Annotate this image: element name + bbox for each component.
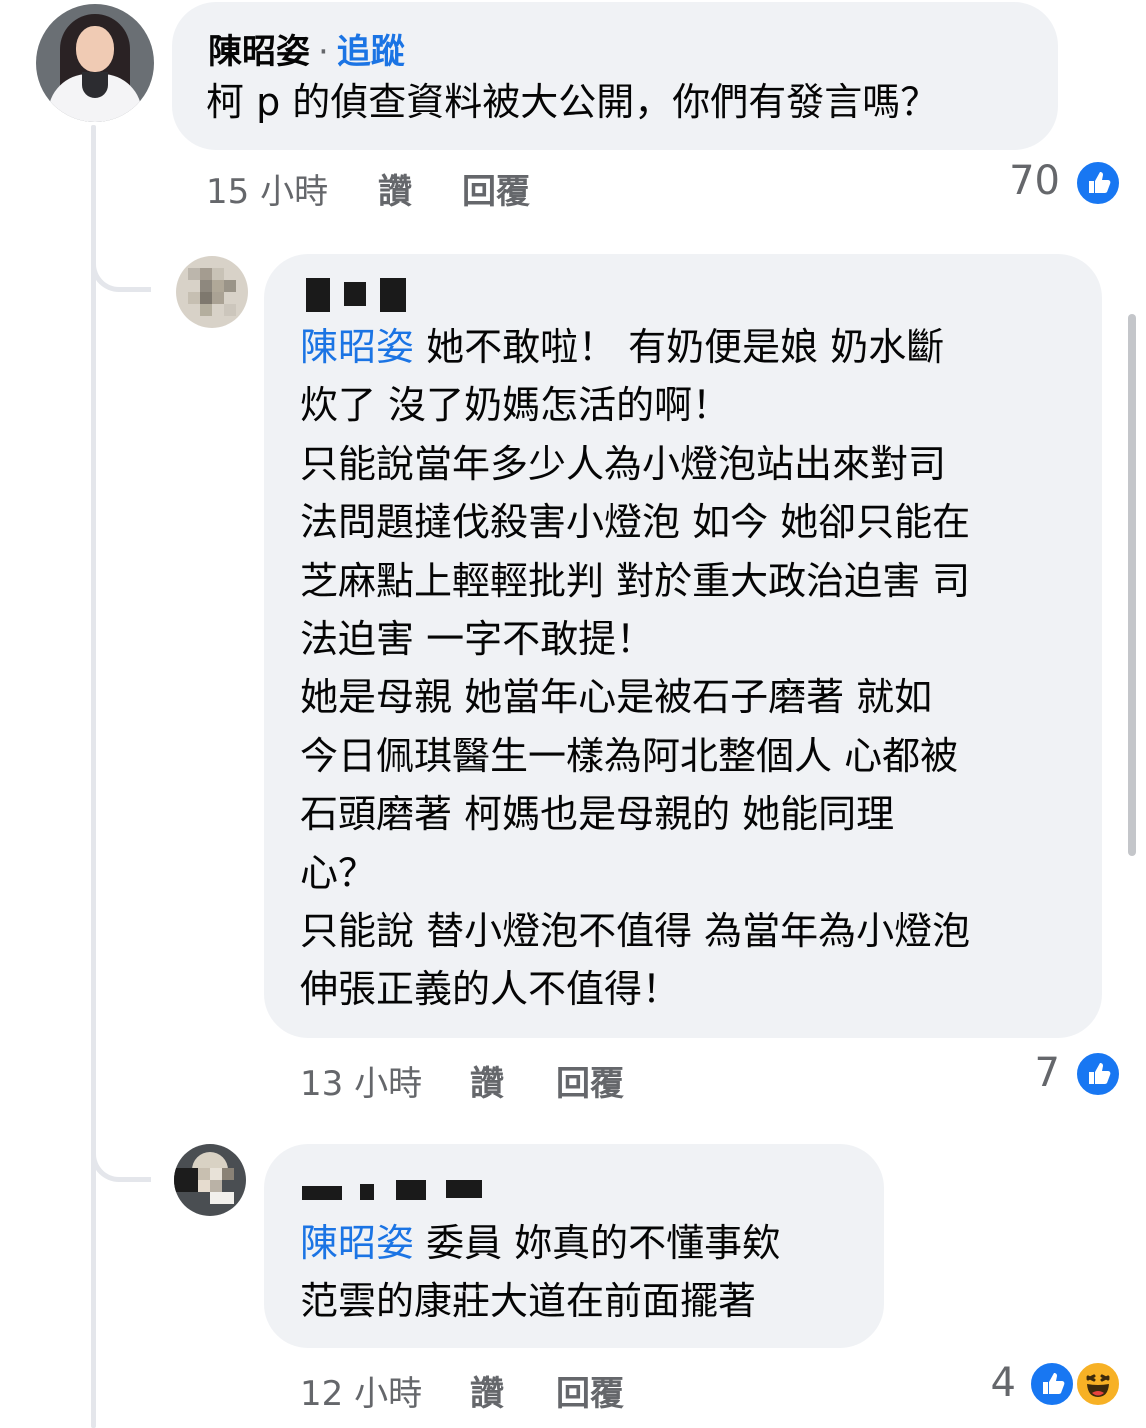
comment-header: 陳昭姿 · 追蹤 <box>208 24 405 73</box>
like-icon <box>1028 1360 1076 1408</box>
comment-line: 只能說當年多少人為小燈泡站出來對司 <box>300 441 947 486</box>
comment-line: 柯 p 的偵查資料被大公開，你們有發言嗎？ <box>206 80 939 124</box>
reaction-count[interactable]: 70 <box>990 158 1060 204</box>
timestamp[interactable]: 12 小時 <box>300 1366 422 1415</box>
thread-line <box>91 125 96 1428</box>
like-icon <box>1074 159 1122 207</box>
comment-text: 陳昭姿 她不敢啦！ 有奶便是娘 奶水斷 炊了 沒了奶媽怎活的啊！ 只能說當年多少… <box>300 318 970 1019</box>
like-button[interactable]: 讚 <box>378 164 412 213</box>
comment-line: 陳昭姿 她不敢啦！ 有奶便是娘 奶水斷 <box>300 325 945 369</box>
author-name[interactable]: 陳昭姿 <box>208 32 310 72</box>
author-name-redacted[interactable] <box>300 1178 490 1204</box>
thread-branch-reply-2 <box>91 1142 151 1182</box>
author-name-redacted[interactable] <box>300 276 420 312</box>
timestamp[interactable]: 15 小時 <box>206 164 328 213</box>
reaction-count[interactable]: 4 <box>960 1360 1016 1406</box>
like-button[interactable]: 讚 <box>470 1056 504 1105</box>
comment-actions: 12 小時 讚 回覆 <box>300 1366 624 1415</box>
comment-line: 法問題撻伐殺害小燈泡 如今 她卻只能在 <box>300 500 971 545</box>
comment-actions: 13 小時 讚 回覆 <box>300 1056 624 1105</box>
comment-line: 她是母親 她當年心是被石子磨著 就如 <box>300 675 933 720</box>
avatar[interactable] <box>174 1144 246 1216</box>
comment-line: 法迫害 一字不敢提！ <box>300 617 655 662</box>
comment-text: 柯 p 的偵查資料被大公開，你們有發言嗎？ <box>206 72 938 132</box>
mention-link[interactable]: 陳昭姿 <box>300 325 414 369</box>
avatar[interactable] <box>176 256 248 328</box>
comment-actions: 15 小時 讚 回覆 <box>206 164 530 213</box>
like-button[interactable]: 讚 <box>470 1366 504 1415</box>
separator: · <box>318 32 329 72</box>
reply-button[interactable]: 回覆 <box>556 1366 624 1415</box>
like-icon <box>1074 1050 1122 1098</box>
comment-line: 炊了 沒了奶媽怎活的啊！ <box>300 383 731 428</box>
reaction-count[interactable]: 7 <box>1000 1050 1060 1096</box>
comment-line: 陳昭姿 委員 妳真的不懂事欸 <box>300 1221 781 1265</box>
comment-line: 范雲的康莊大道在前面擺著 <box>300 1279 757 1324</box>
reply-button[interactable]: 回覆 <box>556 1056 624 1105</box>
comment-line: 芝麻點上輕輕批判 對於重大政治迫害 司 <box>300 558 971 603</box>
avatar[interactable] <box>36 4 154 122</box>
comment-line: 伸張正義的人不值得！ <box>300 967 681 1012</box>
comment-line: 石頭磨著 柯媽也是母親的 她能同理 <box>300 792 895 837</box>
scrollbar[interactable] <box>1128 314 1136 856</box>
comment-text: 陳昭姿 委員 妳真的不懂事欸 范雲的康莊大道在前面擺著 <box>300 1214 780 1331</box>
timestamp[interactable]: 13 小時 <box>300 1056 422 1105</box>
comment-line: 今日佩琪醫生一樣為阿北整個人 心都被 <box>300 733 959 778</box>
comment-line: 只能說 替小燈泡不值得 為當年為小燈泡 <box>300 909 971 954</box>
thread-branch-reply-1 <box>91 252 151 292</box>
comment-line: 心？ <box>300 850 377 895</box>
reply-button[interactable]: 回覆 <box>462 164 530 213</box>
haha-icon <box>1074 1360 1122 1408</box>
mention-link[interactable]: 陳昭姿 <box>300 1221 414 1265</box>
follow-button[interactable]: 追蹤 <box>337 32 405 72</box>
